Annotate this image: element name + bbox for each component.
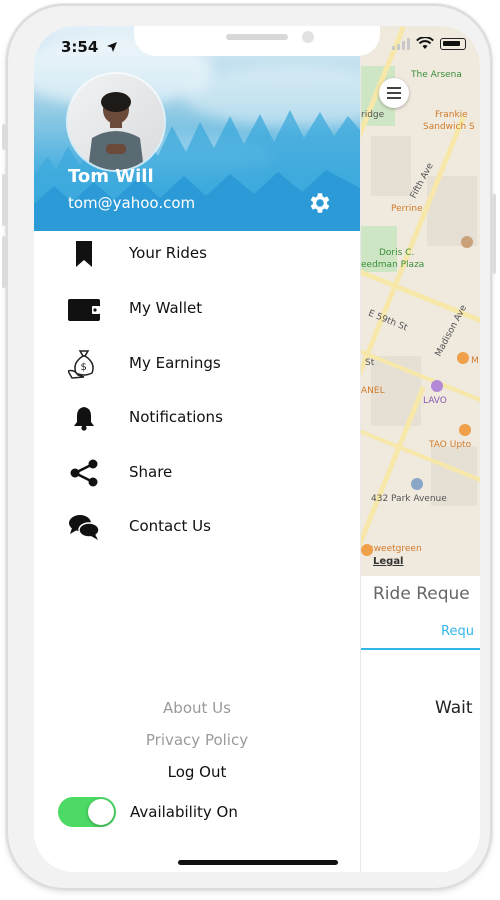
svg-text:$: $ — [81, 362, 87, 373]
menu-item-label: Contact Us — [129, 517, 211, 535]
side-drawer: Tom Will tom@yahoo.com Your Rides My Wal… — [34, 26, 360, 872]
availability-label: Availability On — [130, 803, 238, 821]
menu-item-label: Your Rides — [129, 244, 207, 262]
map-label: M — [471, 356, 479, 366]
chat-icon — [68, 511, 100, 543]
home-indicator[interactable] — [178, 860, 338, 865]
notch — [134, 26, 380, 56]
map-label: Perrine — [391, 204, 423, 214]
map-legal-link[interactable]: Legal — [373, 556, 404, 567]
map-label: TAO Upto — [429, 440, 472, 450]
map-label: E 59th St — [366, 308, 409, 334]
bookmark-icon — [68, 238, 100, 270]
map-label: 432 Park Avenue — [371, 494, 447, 504]
map-label: The Arsena — [411, 70, 462, 80]
map-label: Sandwich S — [423, 122, 475, 132]
map-poi-pin[interactable] — [459, 424, 471, 436]
toggle-knob — [88, 799, 114, 825]
power-button — [492, 194, 496, 274]
wallet-icon — [68, 293, 100, 325]
menu-item-label: Share — [129, 463, 173, 481]
map-label: Doris C. — [379, 248, 415, 258]
map-poi-pin[interactable] — [411, 478, 423, 490]
menu-item-notifications[interactable]: Notifications — [34, 396, 360, 440]
speaker — [226, 34, 288, 40]
map-label: sweetgreen — [369, 544, 422, 554]
availability-toggle[interactable] — [58, 797, 116, 827]
user-email: tom@yahoo.com — [68, 194, 196, 212]
privacy-policy-link[interactable]: Privacy Policy — [34, 731, 360, 749]
tab-underline — [361, 648, 480, 650]
hamburger-line — [387, 97, 401, 99]
wifi-icon — [416, 37, 434, 49]
location-arrow-icon — [107, 42, 117, 52]
map-label: eedman Plaza — [361, 260, 425, 270]
avatar[interactable] — [68, 74, 164, 170]
menu-item-label: Notifications — [129, 408, 223, 426]
phone-frame: The Arsena Frankie Sandwich S Fifth Ave … — [2, 4, 496, 890]
map-poi-pin[interactable] — [461, 236, 473, 248]
tab-requests[interactable]: Requ — [441, 624, 474, 639]
log-out-button[interactable]: Log Out — [34, 763, 360, 781]
menu-item-my-wallet[interactable]: My Wallet — [34, 287, 360, 331]
menu-item-my-earnings[interactable]: $ My Earnings — [34, 342, 360, 386]
status-time: 3:54 — [61, 38, 99, 56]
waiting-text: Wait — [435, 698, 473, 718]
map-label: ridge — [361, 110, 385, 120]
menu-item-label: My Wallet — [129, 299, 203, 317]
map-view[interactable]: The Arsena Frankie Sandwich S Fifth Ave … — [361, 26, 480, 576]
avatar-person-icon — [68, 74, 164, 170]
share-icon — [68, 457, 100, 489]
about-us-link[interactable]: About Us — [34, 699, 360, 717]
volume-up-button — [2, 174, 6, 226]
map-block — [371, 136, 411, 196]
hamburger-menu-button[interactable] — [379, 78, 409, 108]
map-label: ANEL — [361, 386, 385, 396]
map-label: LAVO — [423, 396, 447, 406]
menu-item-contact-us[interactable]: Contact Us — [34, 505, 360, 549]
map-poi-pin[interactable] — [361, 544, 373, 556]
volume-down-button — [2, 236, 6, 288]
bell-icon — [68, 402, 100, 434]
menu-item-label: My Earnings — [129, 354, 221, 372]
ride-request-title: Ride Reque — [373, 584, 470, 604]
screen: The Arsena Frankie Sandwich S Fifth Ave … — [34, 26, 480, 872]
front-camera — [302, 31, 314, 43]
gear-icon[interactable] — [306, 190, 332, 216]
cellular-signal-icon — [392, 37, 410, 50]
menu-item-your-rides[interactable]: Your Rides — [34, 232, 360, 276]
map-label: St — [365, 358, 375, 368]
mute-switch — [2, 124, 6, 150]
hamburger-line — [387, 92, 401, 94]
map-poi-pin[interactable] — [431, 380, 443, 392]
user-name: Tom Will — [68, 166, 154, 187]
status-icons — [392, 37, 466, 50]
hamburger-line — [387, 87, 401, 89]
map-label: Frankie — [435, 110, 468, 120]
menu-item-share[interactable]: Share — [34, 451, 360, 495]
main-content: The Arsena Frankie Sandwich S Fifth Ave … — [360, 26, 480, 872]
battery-icon — [440, 37, 466, 50]
map-poi-pin[interactable] — [457, 352, 469, 364]
profile-header: Tom Will tom@yahoo.com — [34, 26, 360, 231]
money-bag-icon: $ — [68, 348, 100, 380]
